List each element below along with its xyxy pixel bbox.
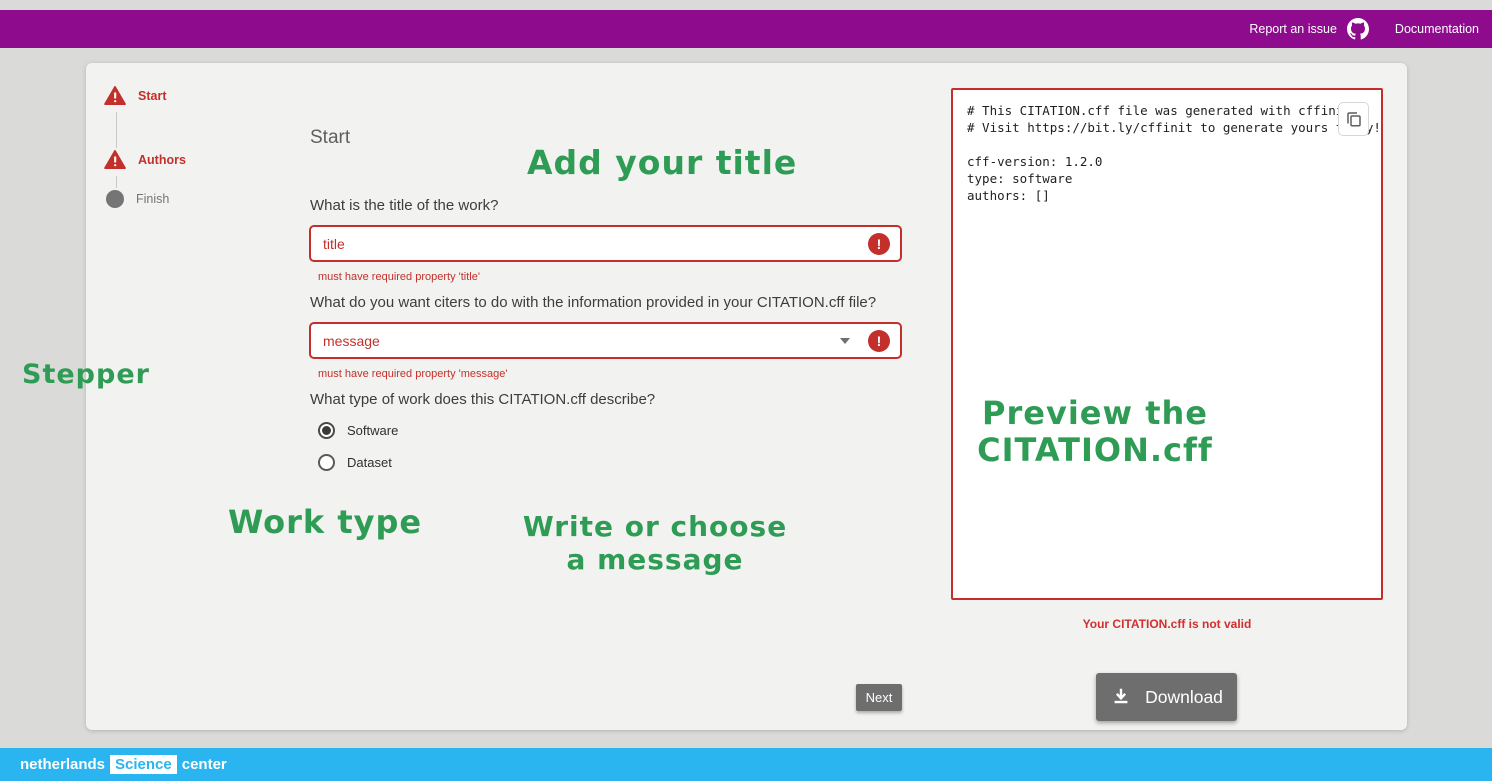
stepper-label-start: Start xyxy=(138,89,166,103)
step-circle-icon xyxy=(106,190,124,208)
citation-preview-panel: # This CITATION.cff file was generated w… xyxy=(951,88,1383,600)
stepper-step-finish[interactable]: Finish xyxy=(104,190,169,208)
annotation-work-type: Work type xyxy=(228,503,422,541)
stepper-connector xyxy=(116,112,117,148)
radio-option-software[interactable]: Software xyxy=(318,422,398,439)
radio-option-dataset[interactable]: Dataset xyxy=(318,454,392,471)
message-question-label: What do you want citers to do with the i… xyxy=(310,294,876,311)
annotation-stepper: Stepper xyxy=(22,359,150,390)
download-button[interactable]: Download xyxy=(1096,673,1237,721)
title-question-label: What is the title of the work? xyxy=(310,197,498,214)
radio-unselected-icon xyxy=(318,454,335,471)
error-icon: ! xyxy=(868,330,890,352)
validity-status-text: Your CITATION.cff is not valid xyxy=(951,617,1383,631)
worktype-question-label: What type of work does this CITATION.cff… xyxy=(310,391,655,408)
annotation-add-your-title: Add your title xyxy=(527,143,797,182)
radio-selected-icon xyxy=(318,422,335,439)
stepper-step-start[interactable]: Start xyxy=(104,86,166,105)
stepper-label-authors: Authors xyxy=(138,153,186,167)
radio-label-dataset: Dataset xyxy=(347,455,392,470)
warning-icon xyxy=(104,86,126,105)
brand-left: netherlands xyxy=(20,756,105,773)
download-icon xyxy=(1110,686,1132,708)
stepper-connector xyxy=(116,176,117,188)
report-issue-link[interactable]: Report an issue xyxy=(1249,22,1337,36)
github-icon[interactable] xyxy=(1347,18,1369,40)
copy-button[interactable] xyxy=(1338,102,1369,136)
citation-code-block: # This CITATION.cff file was generated w… xyxy=(967,102,1371,204)
annotation-preview-citation: Preview the CITATION.cff xyxy=(975,395,1215,469)
warning-icon xyxy=(104,150,126,169)
message-error-text: must have required property 'message' xyxy=(318,368,507,380)
error-icon: ! xyxy=(868,233,890,255)
copy-icon xyxy=(1345,110,1363,128)
escience-center-logo: netherlands Science center xyxy=(20,755,227,774)
radio-label-software: Software xyxy=(347,423,398,438)
message-select-value: message xyxy=(323,333,840,349)
stepper-label-finish: Finish xyxy=(136,192,169,206)
next-button[interactable]: Next xyxy=(856,684,902,711)
title-input-box: ! xyxy=(309,225,902,262)
message-select[interactable]: message ! xyxy=(309,322,902,359)
stepper-step-authors[interactable]: Authors xyxy=(104,150,186,169)
brand-highlight: Science xyxy=(110,755,177,774)
chevron-down-icon xyxy=(840,338,850,344)
annotation-write-message: Write or choose a message xyxy=(520,510,790,576)
footer-bar: netherlands Science center xyxy=(0,748,1492,781)
header-bar: Report an issue Documentation xyxy=(0,10,1492,48)
download-button-label: Download xyxy=(1145,687,1223,708)
title-input[interactable] xyxy=(323,236,868,252)
page-title: Start xyxy=(310,127,350,149)
brand-right: center xyxy=(182,756,227,773)
page: { "header": { "report_issue_label": "Rep… xyxy=(0,0,1492,781)
title-error-text: must have required property 'title' xyxy=(318,271,480,283)
documentation-link[interactable]: Documentation xyxy=(1395,22,1479,36)
